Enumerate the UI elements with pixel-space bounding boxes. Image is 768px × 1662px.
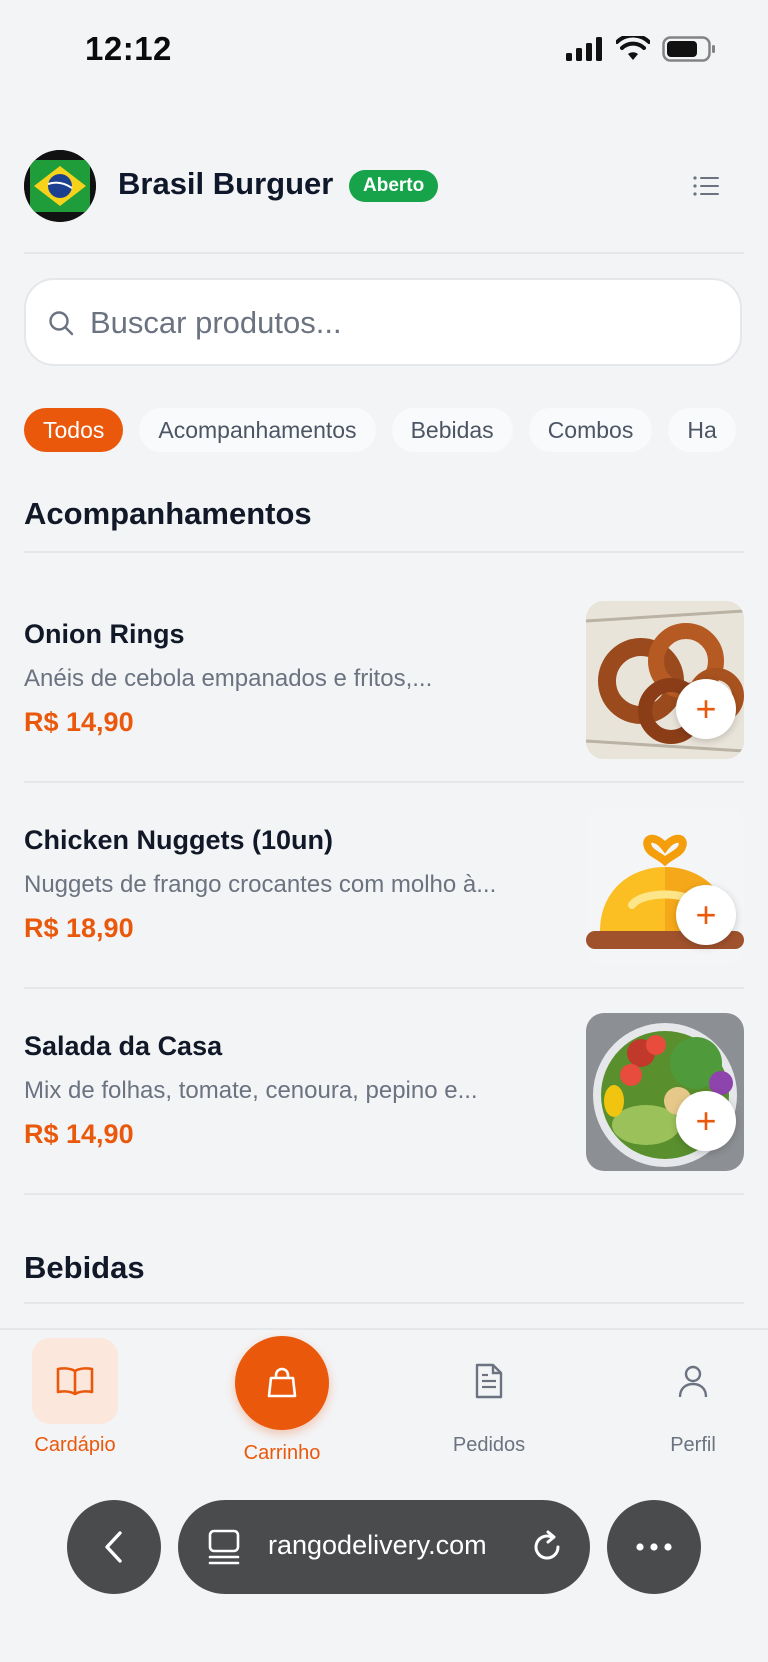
cart-button[interactable]: [235, 1336, 329, 1430]
product-card[interactable]: Onion Rings Anéis de cebola empanados e …: [24, 577, 744, 783]
product-description: Mix de folhas, tomate, cenoura, pepino e…: [24, 1077, 478, 1104]
add-to-cart-button[interactable]: +: [676, 1091, 736, 1151]
user-icon: [678, 1365, 708, 1398]
add-to-cart-button[interactable]: +: [676, 885, 736, 945]
store-avatar: [24, 150, 96, 222]
product-price: R$ 14,90: [24, 1119, 134, 1149]
wifi-icon: [616, 36, 650, 60]
list-menu-icon: [693, 176, 719, 196]
search-bar[interactable]: [24, 278, 742, 366]
nav-label: Cardápio: [34, 1434, 116, 1456]
chip-todos[interactable]: Todos: [24, 408, 124, 452]
tabs-icon: [208, 1529, 240, 1565]
nav-cardapio[interactable]: Cardápio: [5, 1330, 145, 1457]
more-dots-icon: [636, 1543, 672, 1551]
reload-icon[interactable]: [530, 1530, 564, 1564]
product-name: Salada da Casa: [24, 1031, 223, 1061]
product-price: R$ 14,90: [24, 707, 134, 737]
product-name: Chicken Nuggets (10un): [24, 825, 334, 855]
browser-toolbar: rangodelivery.com: [0, 1490, 768, 1610]
nav-icon-container: [650, 1338, 736, 1424]
store-header: Brasil Burguer Aberto: [24, 148, 744, 224]
chip-combos[interactable]: Combos: [528, 408, 653, 452]
shopping-bag-icon: [267, 1367, 297, 1398]
row-divider: [24, 1193, 744, 1195]
nav-perfil[interactable]: Perfil: [623, 1330, 763, 1457]
status-badge: Aberto: [349, 170, 439, 202]
product-name: Onion Rings: [24, 619, 185, 649]
add-to-cart-button[interactable]: +: [676, 679, 736, 739]
book-icon: [56, 1367, 94, 1396]
nav-pedidos[interactable]: Pedidos: [419, 1330, 559, 1457]
header-divider: [24, 252, 744, 254]
product-description: Nuggets de frango crocantes com molho à.…: [24, 871, 497, 898]
category-chips: Todos Acompanhamentos Bebidas Combos Ha: [24, 408, 768, 454]
search-input[interactable]: [88, 280, 712, 366]
product-description: Anéis de cebola empanados e fritos,...: [24, 665, 433, 692]
browser-url-text: rangodelivery.com: [268, 1530, 487, 1560]
bottom-nav: Cardápio Carrinho Pedidos Perfil: [0, 1328, 768, 1464]
nav-label: Perfil: [670, 1434, 716, 1456]
status-icons: [566, 36, 716, 62]
menu-button[interactable]: [688, 168, 724, 204]
section-divider: [24, 1302, 744, 1304]
nav-label: Carrinho: [243, 1442, 321, 1464]
chip-acompanhamentos[interactable]: Acompanhamentos: [139, 408, 376, 452]
brazil-flag-icon: [24, 150, 96, 222]
battery-icon: [662, 36, 715, 62]
product-card[interactable]: Salada da Casa Mix de folhas, tomate, ce…: [24, 989, 744, 1195]
chevron-left-icon: [105, 1531, 122, 1563]
browser-back-button[interactable]: [67, 1500, 161, 1594]
chip-hamburgueres[interactable]: Ha: [668, 408, 736, 452]
search-icon: [49, 311, 74, 336]
nav-carrinho[interactable]: Carrinho: [212, 1330, 352, 1465]
signal-icon: [566, 37, 602, 61]
nav-label: Pedidos: [452, 1434, 526, 1456]
section-title-acompanhamentos: Acompanhamentos: [24, 496, 312, 531]
nav-icon-container: [446, 1338, 532, 1424]
status-bar: 12:12: [0, 0, 768, 100]
section-title-bebidas: Bebidas: [24, 1250, 145, 1285]
product-card[interactable]: Chicken Nuggets (10un) Nuggets de frango…: [24, 783, 744, 989]
document-icon: [475, 1363, 503, 1399]
status-time: 12:12: [85, 30, 172, 67]
nav-icon-container: [32, 1338, 118, 1424]
store-name: Brasil Burguer: [118, 166, 334, 201]
section-divider: [24, 551, 744, 553]
browser-url-bar[interactable]: rangodelivery.com: [178, 1500, 590, 1594]
chip-bebidas[interactable]: Bebidas: [391, 408, 513, 452]
product-price: R$ 18,90: [24, 913, 134, 943]
browser-more-button[interactable]: [607, 1500, 701, 1594]
